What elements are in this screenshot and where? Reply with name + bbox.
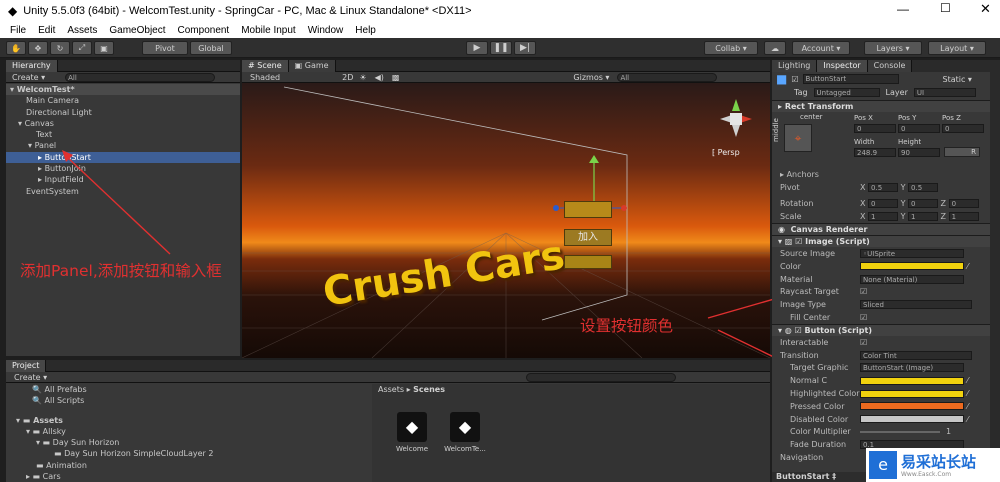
tab-inspector[interactable]: Inspector [817,60,868,72]
eyedropper-icon[interactable]: ⁄ [967,376,968,385]
pivot-y-field[interactable]: 0.5 [908,182,939,192]
asset-welcome[interactable]: ◆ Welcome [392,412,432,453]
eye-icon: ◉ [778,225,791,235]
normal-color-swatch[interactable] [860,376,964,385]
unity-scene-icon: ◆ [450,412,480,442]
canvas-renderer-header[interactable]: ◉ Canvas Renderer [772,223,990,236]
eyedropper-icon[interactable]: ⁄ [967,402,968,411]
color-multiplier-slider[interactable] [860,430,940,433]
transition-dropdown[interactable]: Color Tint [860,350,972,360]
rect-transform-icon: ▸ [778,102,785,111]
tag-dropdown[interactable]: Untagged [813,87,880,97]
anchors-foldout[interactable]: ▸ Anchors [772,168,990,181]
breadcrumb: Assets ▸ Scenes [378,385,445,394]
layer-dropdown[interactable]: UI [913,87,976,97]
name-field[interactable]: ButtonStart [802,74,899,84]
gameobject-cube-icon: ■ [776,72,788,86]
project-assets-area: Assets ▸ Scenes ◆ Welcome ◆ WelcomTe... [372,384,770,482]
fill-center-checkbox[interactable]: ☑ [860,313,867,322]
inspector-scrollbar[interactable] [990,60,1000,482]
eyedropper-icon[interactable]: ⁄ [967,262,968,271]
material-field[interactable]: None (Material) [860,274,964,284]
project-item-all-prefabs[interactable]: 🔍 All Prefabs [12,384,362,395]
project-item-all-scripts[interactable]: 🔍 All Scripts [12,395,362,406]
width-field[interactable]: 248.9 [854,148,896,157]
button-component-icon: ▾ ◍ ☑ [778,325,805,335]
project-create-button[interactable]: Create ▾ [14,373,47,382]
tab-console[interactable]: Console [867,60,913,72]
asset-welcomtest[interactable]: ◆ WelcomTe... [440,412,490,453]
disabled-color-swatch[interactable] [860,415,964,424]
color-swatch[interactable] [860,262,964,271]
project-search-input[interactable] [526,372,676,382]
pressed-color-swatch[interactable] [860,402,964,411]
eyedropper-icon[interactable]: ⁄ [967,389,968,398]
image-type-dropdown[interactable]: Sliced [860,300,972,310]
rotation-x-field[interactable]: 0 [868,199,899,209]
target-graphic-field[interactable]: ButtonStart (Image) [860,363,964,373]
button-script-header[interactable]: ▾ ◍ ☑ Button (Script) [772,323,990,336]
watermark-logo-icon: e [869,451,897,479]
tab-lighting[interactable]: Lighting [772,60,818,72]
image-script-header[interactable]: ▾ ▨ ☑ Image (Script) [772,235,990,248]
posy-field[interactable]: 0 [898,124,940,133]
rotation-z-field[interactable]: 0 [948,199,979,209]
project-item-animation[interactable]: ▬ Animation [12,460,362,471]
static-toggle[interactable]: Static ▾ [943,75,972,84]
project-item-allsky[interactable]: ▾ ▬ Allsky [12,426,362,437]
inspector-panel: ■ ☑ ButtonStart Static ▾ Tag Untagged La… [772,72,990,482]
eyedropper-icon[interactable]: ⁄ [967,415,968,424]
scale-y-field[interactable]: 1 [908,212,939,222]
rect-transform-header[interactable]: ▸ Rect Transform [772,100,990,112]
scale-z-field[interactable]: 1 [948,212,979,222]
rotation-y-field[interactable]: 0 [908,199,939,209]
project-tree: 🔍 All Prefabs 🔍 All Scripts ▾ ▬ Assets ▾… [12,384,362,482]
project-item-day-sun-cloud[interactable]: ▬ Day Sun Horizon SimpleCloudLayer 2 [12,448,362,459]
anchor-preset-button[interactable]: ⌖ [784,124,812,152]
posx-field[interactable]: 0 [854,124,896,133]
source-image-field[interactable]: ◦UISprite [860,249,964,259]
scale-x-field[interactable]: 1 [868,212,899,222]
raw-edit-button[interactable]: R [944,147,980,157]
interactable-checkbox[interactable]: ☑ [860,338,867,347]
unity-scene-icon: ◆ [397,412,427,442]
pivot-x-field[interactable]: 0.5 [868,182,899,192]
height-field[interactable]: 90 [898,148,940,157]
posz-field[interactable]: 0 [942,124,984,133]
project-item-cars[interactable]: ▸ ▬ Cars [12,471,362,482]
tab-project[interactable]: Project [6,359,47,372]
active-checkbox[interactable]: ☑ [791,75,798,84]
highlighted-color-swatch[interactable] [860,389,964,398]
image-component-icon: ▾ ▨ ☑ [778,237,806,247]
watermark: e 易采站长站 Www.Easck.Com [866,448,1000,482]
raycast-target-checkbox[interactable]: ☑ [860,287,867,296]
project-item-assets[interactable]: ▾ ▬ Assets [12,415,362,426]
project-panel: Project Create ▾ 🔍 All Prefabs 🔍 All Scr… [6,359,770,482]
project-item-day-sun-horizon[interactable]: ▾ ▬ Day Sun Horizon [12,437,362,448]
